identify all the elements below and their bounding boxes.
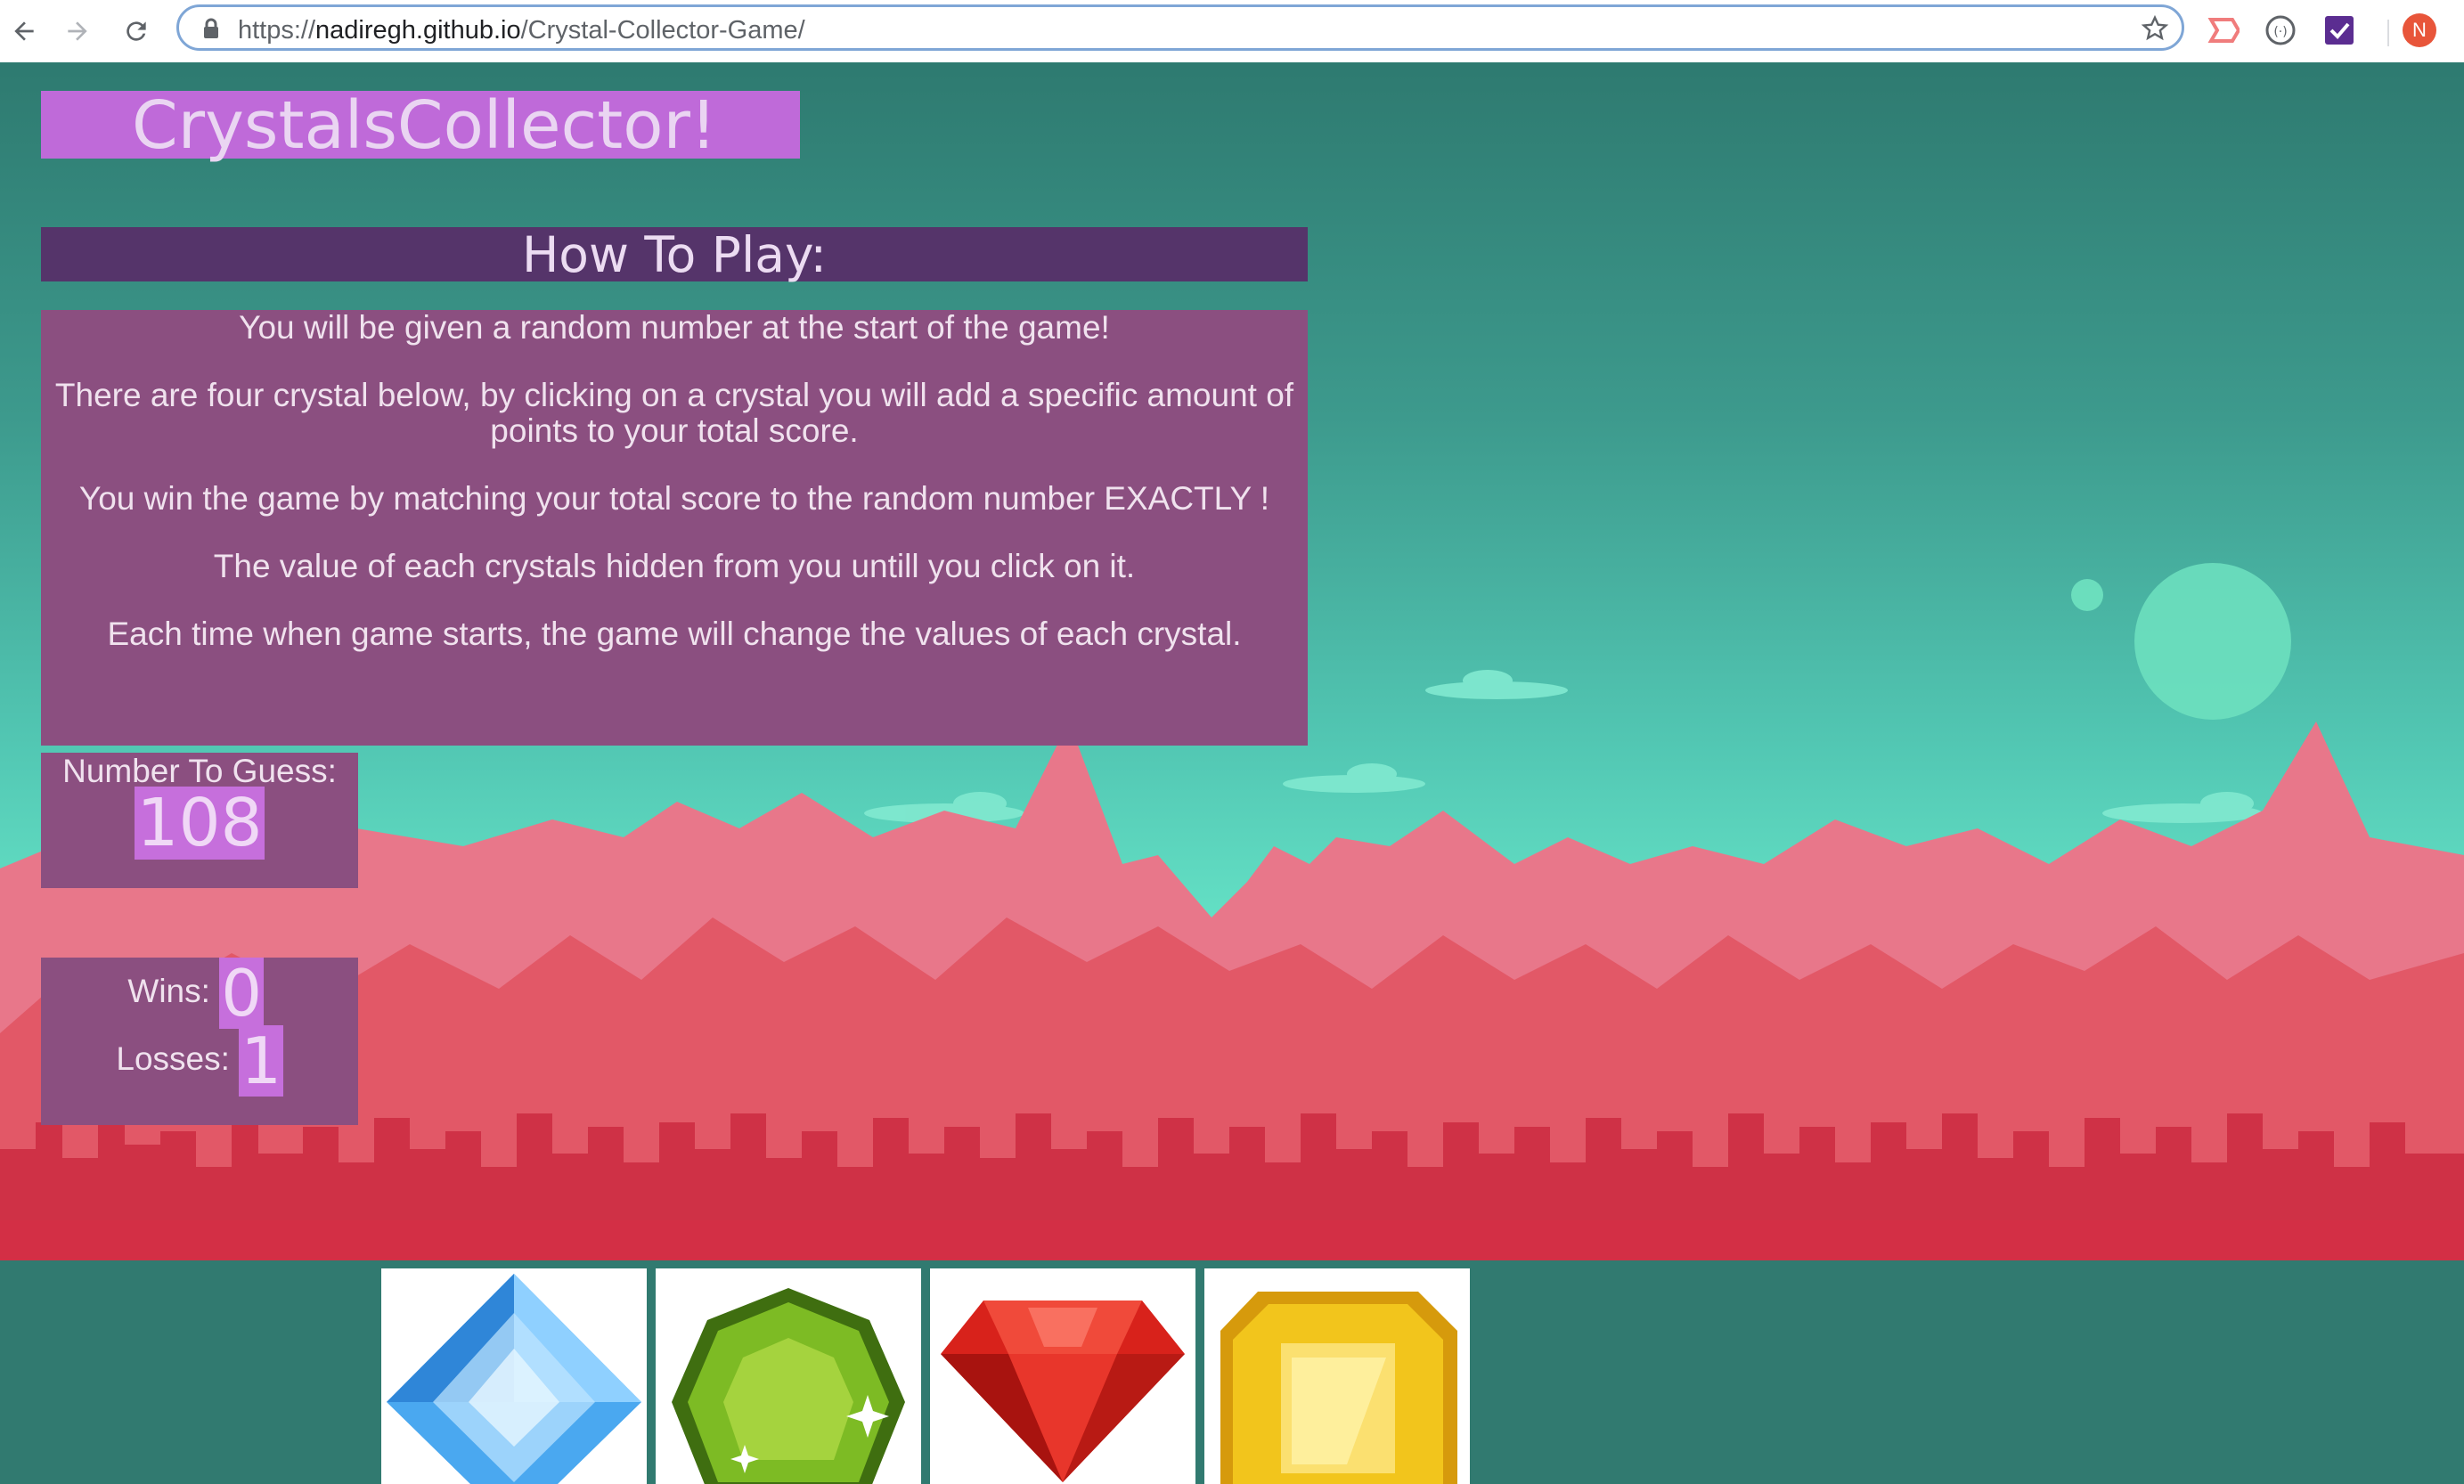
blue-crystal-icon xyxy=(387,1274,641,1484)
rule-text: You will be given a random number at the… xyxy=(239,309,1110,346)
bookmark-star-icon[interactable] xyxy=(2141,14,2169,46)
green-crystal-icon xyxy=(672,1288,905,1484)
profile-avatar[interactable]: N xyxy=(2402,12,2437,48)
green-crystal-button[interactable] xyxy=(656,1268,921,1484)
title-banner: CrystalsCollector! xyxy=(41,87,800,164)
lock-icon xyxy=(202,18,220,43)
losses-row: Losses: 1 xyxy=(116,1025,283,1097)
number-to-guess-value: 108 xyxy=(135,785,265,861)
checkbox-extension-icon[interactable] xyxy=(2321,12,2357,48)
yellow-crystal-button[interactable] xyxy=(1204,1268,1470,1484)
rule-text: There are four crystal below, by clickin… xyxy=(54,377,1294,449)
address-bar[interactable]: https://nadiregh.github.io/Crystal-Colle… xyxy=(176,4,2184,51)
rule-text: You win the game by matching your total … xyxy=(78,480,1270,517)
rules-panel: You will be given a random number at the… xyxy=(41,310,1308,746)
reload-icon[interactable] xyxy=(114,9,159,53)
svg-text:(·): (·) xyxy=(2273,25,2287,39)
forward-icon[interactable] xyxy=(55,9,100,53)
wins-row: Wins: 0 xyxy=(127,958,264,1029)
url-text: https://nadiregh.github.io/Crystal-Colle… xyxy=(238,16,805,45)
wins-value: 0 xyxy=(219,956,264,1031)
game-page: CrystalsCollector! How To Play: You will… xyxy=(0,62,2464,1484)
losses-value: 1 xyxy=(239,1023,283,1098)
browser-toolbar: https://nadiregh.github.io/Crystal-Colle… xyxy=(0,0,2464,63)
cast-extension-icon[interactable] xyxy=(2206,12,2241,48)
rule-text: Each time when game starts, the game wil… xyxy=(107,616,1242,652)
red-crystal-icon xyxy=(941,1301,1185,1482)
score-panel: Wins: 0 Losses: 1 xyxy=(41,958,358,1125)
red-crystal-button[interactable] xyxy=(930,1268,1195,1484)
dev-tools-extension-icon[interactable]: (·) xyxy=(2263,12,2298,48)
losses-label: Losses: xyxy=(116,1040,230,1077)
profile-initial: N xyxy=(2403,13,2436,47)
yellow-crystal-icon xyxy=(1220,1292,1457,1484)
how-to-play-heading: How To Play: xyxy=(41,226,1308,283)
wins-label: Wins: xyxy=(127,972,210,1009)
back-icon[interactable] xyxy=(2,9,46,53)
rule-text: The value of each crystals hidden from y… xyxy=(213,548,1136,584)
number-to-guess-panel: Number To Guess: 108 xyxy=(41,753,358,888)
how-to-play-heading-text: How To Play: xyxy=(521,226,828,283)
game-title: CrystalsCollector! xyxy=(132,87,717,164)
blue-crystal-button[interactable] xyxy=(381,1268,647,1484)
